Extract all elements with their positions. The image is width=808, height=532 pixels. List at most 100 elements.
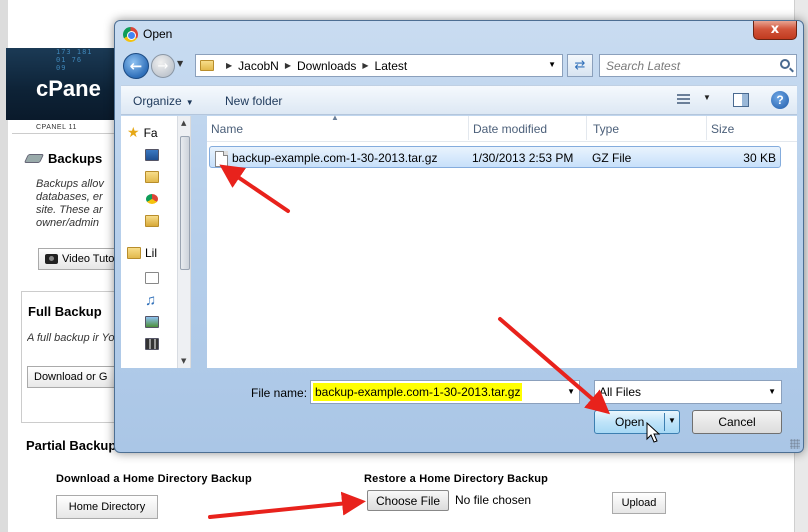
chevron-right-icon[interactable]: ▶ — [226, 61, 232, 70]
nav-item-favorites[interactable]: ★ Fa — [127, 124, 158, 141]
new-folder-button[interactable]: New folder — [225, 94, 282, 108]
downloads-icon — [145, 171, 159, 183]
videos-icon — [145, 338, 159, 350]
file-name-input[interactable]: backup-example.com-1-30-2013.tar.gz ▼ — [310, 380, 580, 404]
file-name-label: File name: — [251, 386, 308, 400]
nav-item-desktop[interactable] — [145, 149, 159, 161]
nav-item-uploads[interactable] — [145, 215, 159, 227]
music-icon: ♫ — [145, 292, 157, 309]
address-bar[interactable]: ▶ JacobN ▶ Downloads ▶ Latest ▼ — [195, 54, 563, 77]
change-view-button[interactable]: ▼ — [677, 92, 713, 108]
cpanel-logo: cPane — [36, 76, 101, 101]
forward-button[interactable]: → — [151, 54, 175, 78]
sort-ascending-icon: ▲ — [331, 113, 339, 122]
file-name: backup-example.com-1-30-2013.tar.gz — [232, 151, 438, 165]
search-icon[interactable] — [780, 59, 790, 69]
close-button[interactable]: x — [753, 21, 797, 40]
chevron-down-icon[interactable]: ▼ — [548, 60, 556, 69]
file-row-selected[interactable]: backup-example.com-1-30-2013.tar.gz 1/30… — [209, 146, 781, 168]
nav-item-documents[interactable] — [145, 272, 159, 284]
search-input[interactable]: Search Latest — [599, 54, 797, 77]
camera-icon — [45, 254, 58, 264]
upload-button[interactable]: Upload — [612, 492, 666, 514]
cpanel-version: CPANEL 11 — [36, 124, 77, 131]
partial-backup-title: Partial Backup — [26, 438, 117, 453]
scroll-up-icon[interactable]: ▲ — [181, 119, 186, 127]
file-size: 30 KB — [743, 151, 776, 165]
command-toolbar: Organize ▼ New folder ▼ ? — [121, 85, 797, 115]
file-type-value: All Files — [599, 385, 642, 399]
file-type: GZ File — [592, 151, 632, 165]
backups-title: Backups — [48, 151, 103, 166]
video-tutorial-label: Video Tuto — [62, 253, 115, 265]
nav-pane-scrollbar[interactable]: ▲ ▼ — [177, 116, 190, 368]
organize-label: Organize — [133, 94, 182, 108]
resize-grip[interactable] — [790, 439, 800, 449]
choose-file-button[interactable]: Choose File — [367, 490, 449, 511]
details-view-icon — [677, 94, 690, 105]
chrome-icon — [123, 27, 138, 42]
file-name-area: File name: backup-example.com-1-30-2013.… — [115, 373, 805, 453]
full-backup-title: Full Backup — [28, 304, 102, 319]
cancel-button[interactable]: Cancel — [692, 410, 782, 434]
chevron-down-icon[interactable]: ▼ — [768, 387, 776, 396]
nav-item-downloads[interactable] — [145, 171, 159, 183]
nav-item-pictures[interactable] — [145, 316, 159, 328]
column-header-size[interactable]: Size — [707, 116, 787, 140]
chevron-right-icon[interactable]: ▶ — [285, 61, 291, 70]
breadcrumb-jacobn[interactable]: JacobN — [238, 59, 279, 73]
back-button[interactable]: ← — [123, 53, 149, 79]
restore-home-title: Restore a Home Directory Backup — [364, 473, 549, 485]
help-icon[interactable]: ? — [771, 91, 789, 109]
nav-item-music[interactable]: ♫ — [145, 292, 156, 309]
chrome-icon — [145, 193, 159, 205]
header-digits: 173 181 01 76 09 — [56, 48, 93, 72]
pictures-icon — [145, 316, 159, 328]
refresh-button[interactable]: ⇄ — [567, 54, 593, 77]
video-tutorial-button[interactable]: Video Tuto — [38, 248, 118, 270]
recent-locations-dropdown[interactable]: ▼ — [177, 59, 183, 68]
dialog-title: Open — [143, 27, 173, 41]
open-dialog: Open x ← → ▼ ▶ JacobN ▶ Downloads ▶ Late… — [114, 20, 804, 453]
file-list: ▲ Name Date modified Type Size backup-ex… — [207, 113, 797, 368]
column-header-row: ▲ Name Date modified Type Size — [207, 113, 797, 142]
chevron-down-icon: ▼ — [185, 98, 194, 107]
column-header-type[interactable]: Type — [589, 116, 707, 140]
full-backup-description: A full backup ir You can back u — [27, 332, 117, 344]
column-header-name[interactable]: ▲ Name — [207, 113, 469, 140]
documents-icon — [145, 272, 159, 284]
file-icon — [215, 151, 228, 167]
open-button[interactable]: Open ▼ — [594, 410, 680, 434]
home-directory-button[interactable]: Home Directory — [56, 495, 158, 519]
nav-item-chrome[interactable] — [145, 193, 159, 205]
file-type-select[interactable]: All Files ▼ — [594, 380, 782, 404]
navigation-pane: ★ Fa Lil ♫ ▲ ▼ — [121, 116, 191, 368]
disk-icon — [23, 154, 45, 163]
uploads-icon — [145, 215, 159, 227]
breadcrumb-downloads[interactable]: Downloads — [297, 59, 356, 73]
split-divider — [664, 413, 665, 431]
preview-pane-icon[interactable] — [733, 93, 749, 107]
search-placeholder: Search Latest — [606, 59, 681, 73]
nav-item-libraries[interactable]: Lil — [127, 246, 157, 260]
download-full-backup-button[interactable]: Download or G — [27, 366, 117, 388]
file-name-value: backup-example.com-1-30-2013.tar.gz — [313, 383, 523, 401]
scroll-down-icon[interactable]: ▼ — [181, 357, 186, 365]
file-date-modified: 1/30/2013 2:53 PM — [472, 151, 574, 165]
desktop-icon — [145, 149, 159, 161]
nav-item-videos[interactable] — [145, 338, 159, 350]
chevron-down-icon[interactable]: ▼ — [567, 387, 575, 396]
organize-menu[interactable]: Organize ▼ — [133, 94, 194, 108]
column-header-label: Name — [211, 122, 244, 136]
column-header-date[interactable]: Date modified — [469, 116, 587, 140]
breadcrumb-latest[interactable]: Latest — [375, 59, 408, 73]
chevron-down-icon[interactable]: ▼ — [703, 93, 711, 102]
open-button-label: Open — [615, 415, 645, 429]
nav-item-label: Lil — [145, 246, 158, 260]
chevron-right-icon[interactable]: ▶ — [362, 61, 368, 70]
nav-item-label: Fa — [143, 125, 158, 140]
libraries-icon — [127, 247, 141, 259]
dialog-titlebar[interactable]: Open x — [115, 21, 803, 49]
chevron-down-icon[interactable]: ▼ — [668, 416, 676, 425]
scrollbar-thumb[interactable] — [180, 136, 190, 270]
